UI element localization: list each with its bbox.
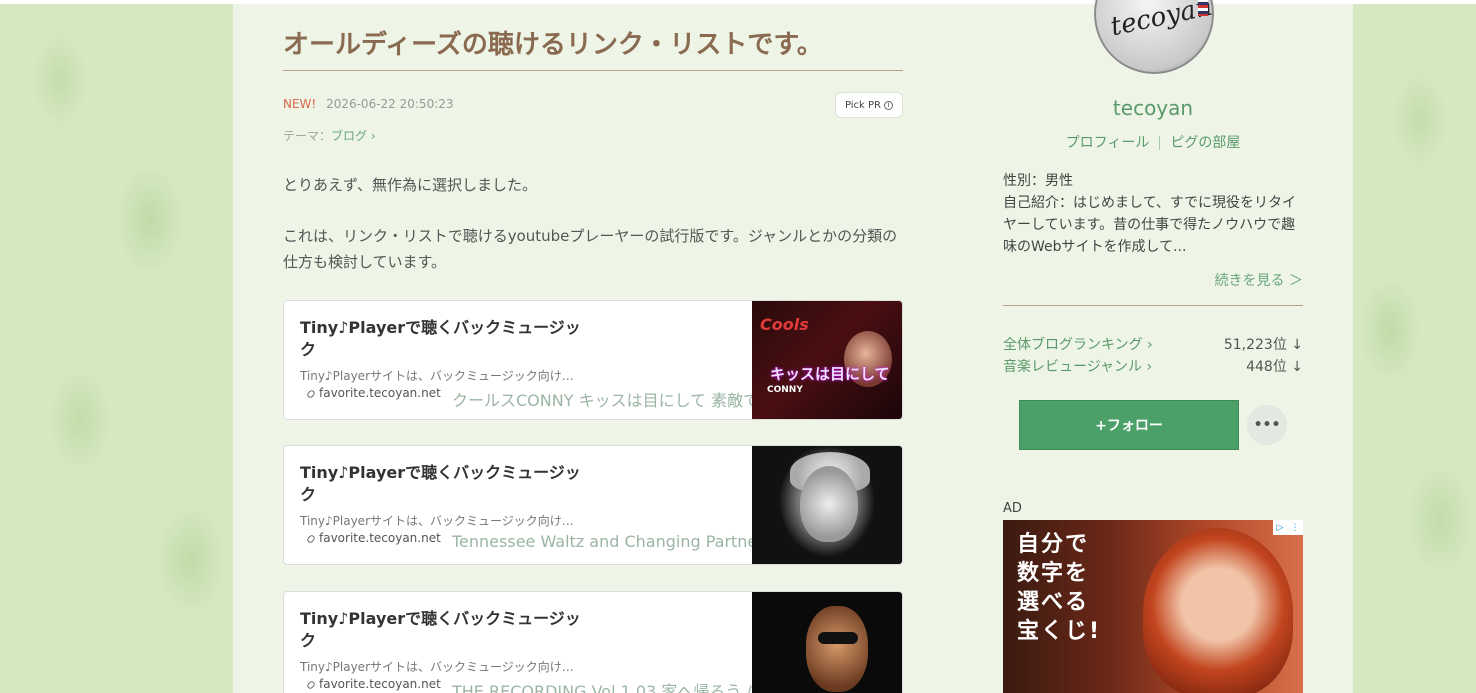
ranking-row[interactable]: 全体ブログランキング › 51,223位 ↓ bbox=[1003, 334, 1303, 354]
link-icon bbox=[306, 388, 316, 398]
ad-copy-line: 数字を bbox=[1017, 561, 1090, 586]
card-overlay-title: Tennessee Waltz and Changing Partners bbox=[452, 532, 773, 551]
entry-paragraph: これは、リンク・リストで聴けるyoutubeプレーヤーの試行版です。ジャンルとか… bbox=[283, 227, 898, 271]
ad-copy: 自分で 数字を 選べる 宝くじ! bbox=[1017, 530, 1101, 646]
ad-person-image bbox=[1143, 528, 1293, 693]
card-title: Tiny♪Playerで聴くバックミュージック bbox=[300, 318, 581, 359]
card-url-text: favorite.tecoyan.net bbox=[319, 531, 441, 545]
flag-icon bbox=[1198, 0, 1208, 16]
entry-title[interactable]: オールディーズの聴けるリンク・リストです。 bbox=[283, 24, 903, 61]
profile-links: プロフィール ピグの部屋 bbox=[1003, 132, 1303, 152]
adchoices-icon[interactable]: ▷ ⋮ bbox=[1273, 520, 1303, 535]
theme-label: テーマ： bbox=[283, 129, 332, 143]
theme-link[interactable]: ブログ bbox=[331, 129, 367, 143]
card-url-text: favorite.tecoyan.net bbox=[319, 386, 441, 400]
ranking-value: 448位 ↓ bbox=[1246, 359, 1303, 375]
username[interactable]: tecoyan bbox=[1003, 96, 1303, 120]
card-url: favorite.tecoyan.net bbox=[306, 677, 441, 691]
pick-pr-button[interactable]: Pick PR i bbox=[835, 92, 903, 118]
thumbnail-text: キッスは目にして bbox=[770, 365, 890, 383]
card-overlay-title: THE RECORDING Vol.1 03 家へ帰ろう / bbox=[452, 682, 752, 693]
ad-copy-line: 宝くじ! bbox=[1017, 619, 1102, 644]
card-url-text: favorite.tecoyan.net bbox=[319, 677, 441, 691]
thumbnail-subtext: CONNY bbox=[767, 385, 803, 395]
ad-copy-line: 選べる bbox=[1017, 590, 1090, 615]
entry-meta: NEW! 2026-06-22 20:50:23 bbox=[283, 97, 454, 111]
thumbnail-face bbox=[800, 466, 858, 542]
card-description: Tiny♪Playerサイトは、バックミュージック向け… bbox=[300, 660, 574, 674]
profile-bio: 性別：男性 自己紹介：はじめまして、すでに現役をリタイヤーしています。昔の仕事で… bbox=[1003, 170, 1303, 258]
card-url: favorite.tecoyan.net bbox=[306, 531, 441, 545]
card-title: Tiny♪Playerで聴くバックミュージック bbox=[300, 463, 581, 504]
thumbnail-logo: Cools bbox=[760, 315, 809, 334]
card-description: Tiny♪Playerサイトは、バックミュージック向け… bbox=[300, 369, 574, 383]
card-url: favorite.tecoyan.net bbox=[306, 386, 441, 400]
card-title: Tiny♪Playerで聴くバックミュージック bbox=[300, 609, 581, 650]
thumbnail-face bbox=[806, 606, 868, 692]
chevron-right-icon: › bbox=[370, 129, 376, 143]
new-badge: NEW! bbox=[283, 97, 317, 111]
thumbnail-glasses bbox=[818, 632, 858, 644]
pick-pr-label: Pick PR bbox=[844, 99, 882, 111]
ranking-label: 全体ブログランキング › bbox=[1003, 337, 1153, 353]
link-icon bbox=[306, 533, 316, 543]
entry-theme: テーマ：ブログ › bbox=[283, 127, 376, 144]
info-icon: i bbox=[884, 100, 894, 110]
title-divider bbox=[283, 70, 903, 71]
link-card-3[interactable]: Tiny♪Playerで聴くバックミュージック Tiny♪Playerサイトは、… bbox=[283, 591, 903, 693]
pigg-room-link[interactable]: ピグの部屋 bbox=[1170, 135, 1240, 151]
card-thumbnail bbox=[752, 446, 902, 564]
card-thumbnail bbox=[752, 592, 902, 693]
link-separator bbox=[1159, 136, 1161, 150]
link-icon bbox=[306, 679, 316, 689]
card-description: Tiny♪Playerサイトは、バックミュージック向け… bbox=[300, 514, 574, 528]
ad-banner[interactable]: 自分で 数字を 選べる 宝くじ! ▷ ⋮ bbox=[1003, 520, 1303, 693]
ad-label: AD bbox=[1003, 501, 1022, 516]
card-overlay-title: クールスCONNY キッスは目にして 素敵です bbox=[452, 391, 776, 410]
gender-text: 性別：男性 bbox=[1003, 173, 1073, 189]
follow-button[interactable]: +フォロー bbox=[1019, 400, 1239, 450]
entry-body: とりあえず、無作為に選択しました。 これは、リンク・リストで聴けるyoutube… bbox=[283, 172, 903, 300]
ranking-label: 音楽レビュージャンル › bbox=[1003, 359, 1153, 375]
avatar[interactable]: tecoyan bbox=[1094, 0, 1214, 74]
self-intro-text: 自己紹介：はじめまして、すでに現役をリタイヤーしています。昔の仕事で得たノウハウ… bbox=[1003, 195, 1297, 255]
blog-page: オールディーズの聴けるリンク・リストです。 NEW! 2026-06-22 20… bbox=[233, 0, 1353, 693]
link-card-2[interactable]: Tiny♪Playerで聴くバックミュージック Tiny♪Playerサイトは、… bbox=[283, 445, 903, 565]
ranking-value: 51,223位 ↓ bbox=[1223, 337, 1303, 353]
entry-datetime: 2026-06-22 20:50:23 bbox=[326, 97, 454, 111]
ranking-row[interactable]: 音楽レビュージャンル › 448位 ↓ bbox=[1003, 356, 1303, 376]
profile-link[interactable]: プロフィール bbox=[1066, 135, 1150, 151]
read-more-link[interactable]: 続きを見る ＞ bbox=[1215, 270, 1303, 290]
sidebar-divider bbox=[1003, 305, 1303, 306]
more-menu-button[interactable]: ••• bbox=[1247, 405, 1287, 445]
card-thumbnail: Cools キッスは目にして CONNY bbox=[752, 301, 902, 419]
link-card-1[interactable]: Tiny♪Playerで聴くバックミュージック Tiny♪Playerサイトは、… bbox=[283, 300, 903, 420]
entry-paragraph: とりあえず、無作為に選択しました。 bbox=[283, 176, 537, 194]
ad-copy-line: 自分で bbox=[1017, 532, 1090, 557]
